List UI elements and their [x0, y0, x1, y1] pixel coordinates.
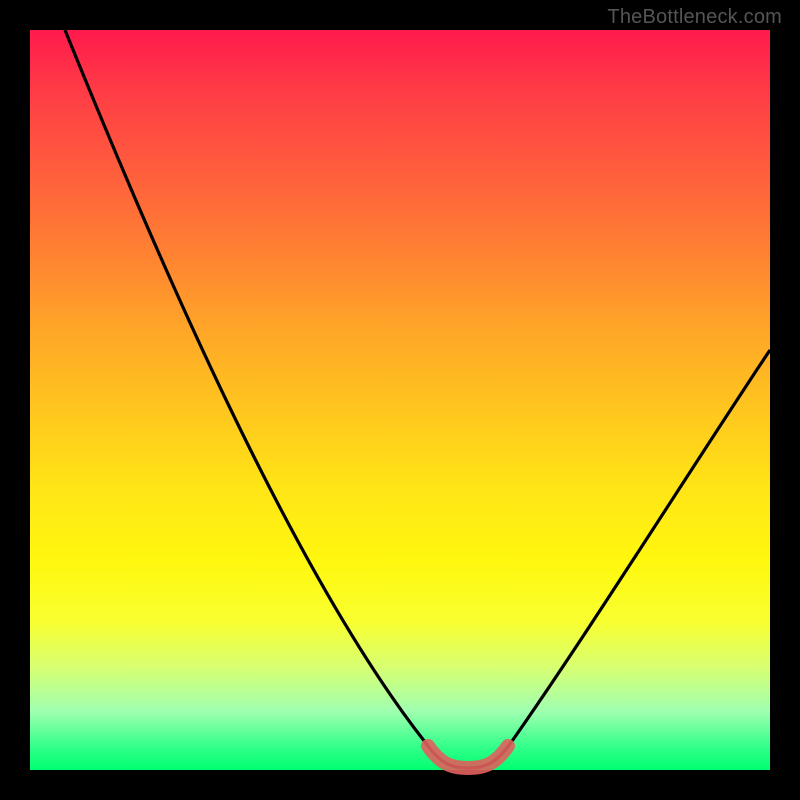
curve-path	[65, 30, 770, 768]
chart-plot-area	[30, 30, 770, 770]
bottleneck-curve	[30, 30, 770, 770]
green-band-highlight	[428, 746, 508, 768]
watermark-text: TheBottleneck.com	[607, 6, 782, 29]
